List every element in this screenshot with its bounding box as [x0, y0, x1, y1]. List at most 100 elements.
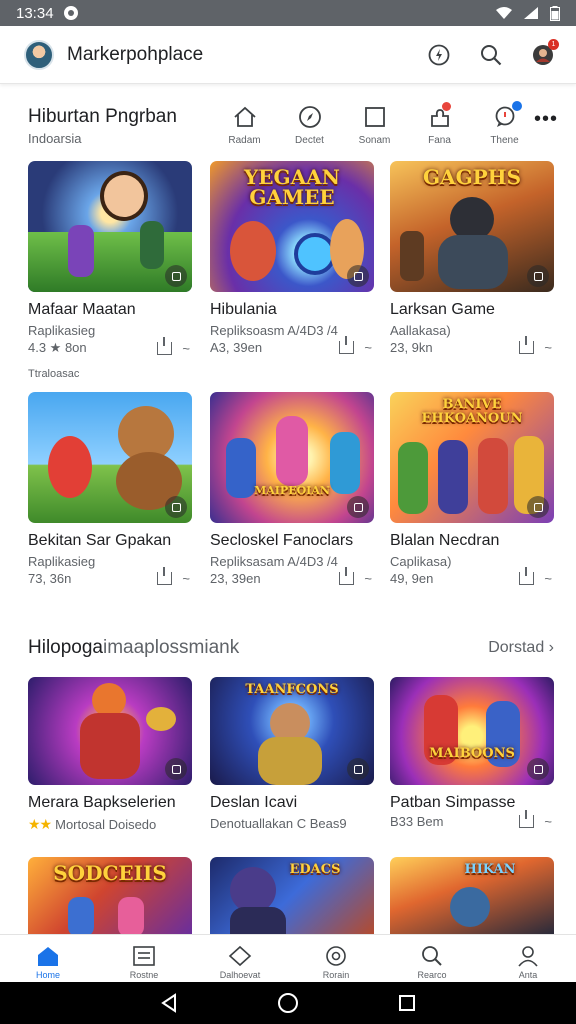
search-icon — [422, 946, 442, 966]
app-card[interactable]: EDACS — [210, 857, 374, 934]
search-icon[interactable] — [478, 42, 504, 68]
nav-anta[interactable]: Anta — [480, 935, 576, 982]
app-title: Deslan Icavi — [210, 794, 298, 811]
expand-icon[interactable]: ~ — [544, 340, 552, 355]
chat-icon — [492, 101, 522, 130]
tag-icon — [228, 945, 252, 967]
app-card[interactable]: YEGAAN GAMEE Hibulania Repliksoasm A/4D3… — [210, 161, 374, 355]
expand-icon[interactable]: ~ — [364, 340, 372, 355]
download-icon[interactable] — [339, 567, 355, 585]
installed-badge-icon — [165, 265, 187, 287]
app-card[interactable]: MAIPEOIAN Secloskel Fanoclars Repliksasa… — [210, 392, 374, 586]
installed-badge-icon — [347, 758, 369, 780]
app-card[interactable]: Bekitan Sar Gpakan Raplikasieg 73, 36n ~ — [28, 392, 192, 586]
app-thumbnail: MAIPEOIAN — [210, 392, 374, 523]
category-badge — [441, 102, 451, 111]
app-category: Raplikasieg — [28, 323, 96, 338]
installed-badge-icon — [347, 496, 369, 518]
expand-icon[interactable]: ~ — [364, 571, 372, 586]
thumbnail-banner: MAIBOONS — [429, 746, 515, 761]
installed-badge-icon — [527, 496, 549, 518]
app-thumbnail: EDACS — [210, 857, 374, 934]
category-item[interactable]: Dectet — [277, 104, 342, 146]
thumbnail-banner: GAGPHS — [422, 165, 522, 189]
expand-icon[interactable]: ~ — [182, 341, 190, 356]
status-bar: 13:34 — [0, 0, 576, 26]
category-item[interactable]: Thene — [472, 101, 537, 146]
nav-rorain[interactable]: Rorain — [288, 935, 384, 982]
download-icon[interactable] — [339, 336, 355, 354]
app-card[interactable]: TAANFCONS Deslan Icavi Denotuallakan C B… — [210, 677, 374, 831]
nav-home[interactable]: Home — [0, 935, 96, 982]
notification-badge: 1 — [548, 38, 559, 50]
app-card[interactable]: SODCEIIS — [28, 857, 192, 934]
installed-badge-icon — [165, 758, 187, 780]
app-rating: 73, 36n — [28, 571, 72, 586]
app-title: Larksan Game — [390, 301, 495, 318]
download-icon[interactable] — [519, 567, 535, 585]
app-thumbnail: TAANFCONS — [210, 677, 374, 785]
app-card[interactable]: GAGPHS Larksan Game Aallakasa) 23, 9kn ~ — [390, 161, 554, 355]
app-rating: 4.3 ★ 8on — [28, 340, 87, 355]
app-rating: 49, 9en — [390, 571, 434, 586]
app-card[interactable]: Merara Bapkselerien ★★ Mortosal Doisedo — [28, 677, 192, 833]
app-category: Repliksasam A/4D3 /4 — [210, 554, 338, 569]
nav-dalhoevat[interactable]: Dalhoevat — [192, 935, 288, 982]
more-options-icon[interactable]: ••• — [534, 108, 558, 131]
app-thumbnail — [28, 677, 192, 785]
section-title: Hilopogaimaaplossmiank — [28, 637, 240, 658]
app-extra-label: Ttraloasac — [28, 368, 80, 380]
avatar[interactable] — [24, 39, 54, 70]
app-rating: 23, 39en — [210, 571, 261, 586]
app-thumbnail: MAIBOONS — [390, 677, 554, 785]
profile-icon[interactable]: 1 — [530, 38, 559, 68]
recents-icon[interactable] — [398, 994, 416, 1012]
section-header-2: Hilopogaimaaplossmiank Dorstad › — [28, 637, 554, 663]
app-card[interactable]: HIKAN — [390, 857, 554, 934]
app-card[interactable]: BANIVE EHKOANOUN Blalan Necdran Caplikas… — [390, 392, 554, 586]
app-title: Hibulania — [210, 301, 277, 318]
section-header-1: Hiburtan Pngrban Indoarsia Radam Dectet … — [28, 101, 558, 154]
app-title: Blalan Necdran — [390, 532, 500, 549]
download-icon[interactable] — [157, 567, 173, 585]
thumbnail-banner: BANIVE EHKOANOUN — [421, 397, 523, 426]
circle-icon — [326, 946, 346, 966]
download-icon[interactable] — [519, 336, 535, 354]
app-rating: B33 Bem — [390, 814, 444, 829]
play-protect-icon[interactable] — [426, 42, 452, 68]
compass-icon — [297, 104, 323, 130]
bottom-navigation: Home Rostne Dalhoevat Rorain Rearco Anta — [0, 934, 576, 982]
app-title: Merara Bapkselerien — [28, 794, 176, 811]
thumbnail-banner: EDACS — [289, 862, 341, 877]
expand-icon[interactable]: ~ — [544, 571, 552, 586]
puzzle-icon — [427, 102, 453, 130]
expand-icon[interactable]: ~ — [182, 571, 190, 586]
app-thumbnail: GAGPHS — [390, 161, 554, 292]
expand-icon[interactable]: ~ — [544, 814, 552, 829]
back-icon[interactable] — [160, 993, 178, 1013]
app-category: Caplikasa) — [390, 554, 452, 569]
category-item[interactable]: Radam — [212, 104, 277, 146]
category-item[interactable]: Fana — [407, 102, 472, 146]
download-icon[interactable] — [157, 336, 173, 355]
app-title: Mafaar Maatan — [28, 301, 136, 318]
download-icon[interactable] — [519, 810, 535, 828]
app-rating: A3, 39en — [210, 340, 263, 355]
signal-icon — [524, 7, 538, 19]
installed-badge-icon — [527, 265, 549, 287]
category-row: Radam Dectet Sonam Fana Thene — [212, 101, 537, 146]
app-rating: Denotuallakan C Beas9 — [210, 816, 347, 831]
category-item[interactable]: Sonam — [342, 104, 407, 146]
nav-rearco[interactable]: Rearco — [384, 935, 480, 982]
app-card[interactable]: MAIBOONS Patban Simpasse B33 Bem ~ — [390, 677, 554, 829]
see-more-link[interactable]: Dorstad › — [488, 639, 554, 657]
battery-icon — [550, 5, 560, 21]
nav-rostne[interactable]: Rostne — [96, 935, 192, 982]
home-button-icon[interactable] — [277, 992, 299, 1014]
app-thumbnail — [28, 161, 192, 292]
app-card[interactable]: Mafaar Maatan Raplikasieg 4.3 ★ 8on ~ Tt… — [28, 161, 192, 380]
installed-badge-icon — [347, 265, 369, 287]
chevron-right-icon: › — [548, 639, 554, 656]
section-subtitle: Indoarsia — [28, 131, 82, 146]
home-icon — [38, 947, 58, 966]
